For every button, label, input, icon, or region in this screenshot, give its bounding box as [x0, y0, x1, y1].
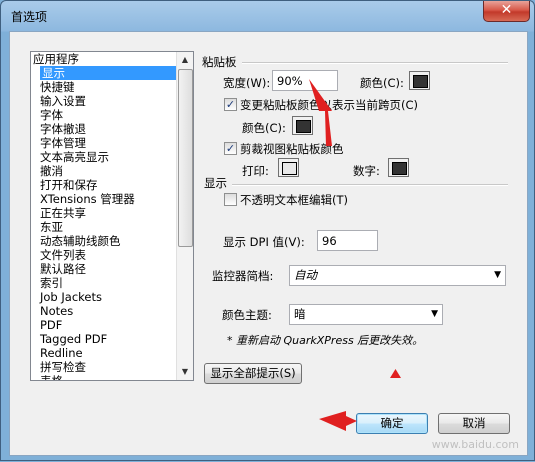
list-scrollbar[interactable]: ▲ ▼: [176, 52, 193, 380]
scroll-down-icon[interactable]: ▼: [177, 364, 193, 380]
print-label: 打印:: [242, 164, 269, 178]
sub-color-swatch: [296, 120, 311, 133]
sidebar-item[interactable]: 表格: [31, 374, 176, 380]
sidebar-item[interactable]: 输入设置: [31, 94, 176, 108]
sidebar-item[interactable]: 正在共享: [31, 206, 176, 220]
sidebar-item[interactable]: 字体: [31, 108, 176, 122]
monitor-profile-label: 监控器简档:: [212, 269, 274, 283]
sidebar-item[interactable]: 字体管理: [31, 136, 176, 150]
pasteboard-divider: [242, 62, 508, 64]
chevron-down-icon: ▼: [494, 270, 501, 280]
restart-note: * 重新启动 QuarkXPress 后更改失效。: [227, 334, 424, 347]
watermark-text: www.baidu.com: [431, 438, 519, 451]
sidebar-item[interactable]: XTensions 管理器: [31, 192, 176, 206]
display-divider: [232, 184, 508, 186]
digital-color-swatch: [392, 162, 407, 175]
preferences-category-list[interactable]: 应用程序 显示 快捷键 输入设置 字体 字体撤退 字体管理 文本高亮显示 撤消 打开和保存 XTen…: [30, 51, 194, 381]
opaque-edit-checkbox[interactable]: [224, 193, 237, 206]
show-all-tips-button[interactable]: 显示全部提示(S): [204, 363, 302, 384]
color-theme-value: 暗: [294, 307, 306, 321]
width-label: 宽度(W):: [223, 76, 271, 90]
sidebar-item[interactable]: Notes: [31, 304, 176, 318]
sidebar-item[interactable]: 显示: [40, 66, 176, 80]
sidebar-item[interactable]: Tagged PDF: [31, 332, 176, 346]
pasteboard-color-button[interactable]: [409, 71, 430, 90]
digital-color-button[interactable]: [388, 158, 409, 177]
sub-color-label: 颜色(C):: [242, 121, 286, 135]
sidebar-item[interactable]: 文本高亮显示: [31, 150, 176, 164]
close-button[interactable]: ✕: [483, 1, 530, 22]
monitor-profile-value: 自动: [294, 268, 317, 282]
sidebar-item[interactable]: 应用程序: [31, 52, 176, 66]
dialog-client-area: 应用程序 显示 快捷键 输入设置 字体 字体撤退 字体管理 文本高亮显示 撤消 打开和保存 XTen…: [9, 31, 528, 456]
window-title: 首选项: [11, 10, 48, 24]
sidebar-item[interactable]: Job Jackets: [31, 290, 176, 304]
sidebar-item[interactable]: 打开和保存: [31, 178, 176, 192]
display-section-title: 显示: [204, 176, 227, 190]
change-color-checkbox[interactable]: ✓: [224, 98, 237, 111]
opaque-edit-label: 不透明文本框编辑(T): [240, 193, 348, 207]
pasteboard-color-label: 颜色(C):: [360, 76, 404, 90]
pasteboard-section-title: 粘贴板: [202, 55, 237, 69]
title-bar[interactable]: 首选项 ✕: [1, 1, 534, 31]
scroll-up-icon[interactable]: ▲: [177, 52, 193, 68]
clip-color-label: 剪裁视图粘贴板颜色: [240, 142, 344, 156]
dpi-label: 显示 DPI 值(V):: [223, 235, 305, 249]
scrollbar-thumb[interactable]: [178, 69, 193, 247]
sidebar-item[interactable]: 撤消: [31, 164, 176, 178]
pasteboard-color-swatch: [413, 75, 428, 88]
chevron-down-icon: ▼: [431, 309, 438, 319]
sidebar-item[interactable]: 东亚: [31, 220, 176, 234]
category-items: 应用程序 显示 快捷键 输入设置 字体 字体撤退 字体管理 文本高亮显示 撤消 打开和保存 XTen…: [31, 52, 176, 380]
sidebar-item[interactable]: 文件列表: [31, 248, 176, 262]
dpi-field[interactable]: 96: [317, 230, 378, 251]
sidebar-item[interactable]: 动态辅助线颜色: [31, 234, 176, 248]
sidebar-item[interactable]: PDF: [31, 318, 176, 332]
preferences-window: 首选项 ✕ 应用程序 显示 快捷键 输入设置 字体 字体撤退 字体管理 文本高亮显示 撤消 打开和…: [0, 0, 535, 461]
cancel-button[interactable]: 取消: [438, 413, 510, 434]
clip-color-checkbox[interactable]: ✓: [224, 142, 237, 155]
sidebar-item[interactable]: 字体撤退: [31, 122, 176, 136]
print-color-button[interactable]: [278, 158, 299, 177]
print-color-swatch: [282, 162, 297, 175]
monitor-profile-select[interactable]: 自动 ▼: [289, 265, 506, 286]
sub-color-button[interactable]: [292, 116, 313, 135]
color-theme-select[interactable]: 暗 ▼: [289, 304, 443, 325]
ok-button[interactable]: 确定: [356, 413, 428, 434]
sidebar-item[interactable]: 拼写检查: [31, 360, 176, 374]
width-field[interactable]: 90%: [272, 70, 338, 91]
sidebar-item[interactable]: Redline: [31, 346, 176, 360]
color-theme-label: 颜色主题:: [222, 308, 272, 322]
sidebar-item[interactable]: 索引: [31, 276, 176, 290]
change-color-label: 变更粘贴板颜色以表示当前跨页(C): [240, 98, 419, 112]
sidebar-item[interactable]: 默认路径: [31, 262, 176, 276]
digital-label: 数字:: [353, 164, 380, 178]
sidebar-item[interactable]: 快捷键: [31, 80, 176, 94]
